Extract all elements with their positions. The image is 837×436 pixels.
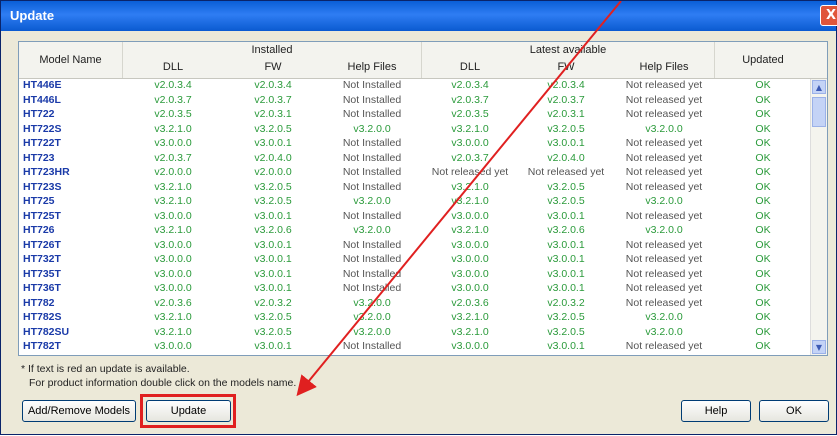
annotation-arrow-icon <box>296 1 622 397</box>
update-dialog: Update X Model Name Installed DLL FW Hel… <box>0 0 837 435</box>
